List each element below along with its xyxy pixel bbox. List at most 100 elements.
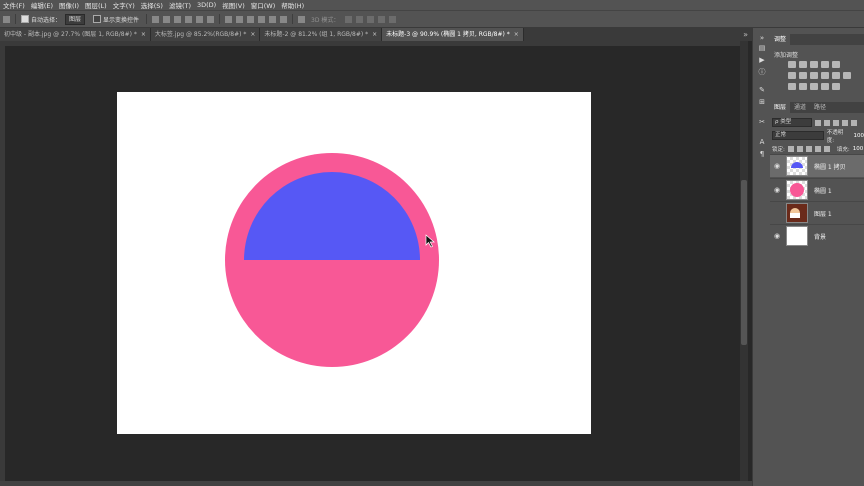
filter-smart-icon[interactable] [851, 119, 857, 126]
visibility-eye-icon[interactable]: ◉ [770, 162, 784, 170]
posterize-icon[interactable] [799, 83, 807, 90]
lock-all-icon[interactable] [823, 145, 830, 152]
close-tab-icon[interactable]: × [514, 31, 519, 38]
layer-row[interactable]: ◉ 椭圆 1 [770, 178, 864, 201]
menu-item[interactable]: 图像(I) [56, 0, 82, 10]
color-balance-icon[interactable] [799, 72, 807, 79]
distribute-vcenter-icon[interactable] [236, 15, 244, 23]
menu-item[interactable]: 文字(Y) [110, 0, 138, 10]
distribute-bottom-icon[interactable] [247, 15, 255, 23]
menu-item[interactable]: 选择(S) [138, 0, 166, 10]
menu-item[interactable]: 3D(D) [194, 1, 219, 9]
visibility-eye-icon[interactable]: ◉ [770, 186, 784, 194]
align-hcenter-icon[interactable] [196, 15, 204, 23]
move-tool-icon[interactable] [3, 15, 10, 23]
canvas-artwork [225, 153, 439, 367]
collapse-icon[interactable]: » [757, 34, 767, 42]
show-transform-checkbox[interactable] [93, 15, 102, 23]
lock-transparent-icon[interactable] [787, 145, 794, 152]
close-tab-icon[interactable]: × [372, 31, 377, 38]
filter-shape-icon[interactable] [842, 119, 848, 126]
levels-icon[interactable] [799, 61, 807, 68]
lock-image-icon[interactable] [796, 145, 803, 152]
align-bottom-icon[interactable] [174, 15, 182, 23]
curves-icon[interactable] [810, 61, 818, 68]
lock-position-icon[interactable] [805, 145, 812, 152]
filter-pixel-icon[interactable] [815, 119, 821, 126]
tab-channels[interactable]: 通道 [790, 102, 810, 113]
menu-item[interactable]: 图层(L) [82, 0, 110, 10]
blend-mode-dropdown[interactable]: 正常 [772, 131, 824, 140]
paragraph-icon[interactable]: ¶ [757, 150, 767, 158]
auto-align-icon[interactable] [298, 15, 306, 23]
info-icon[interactable]: ⓘ [757, 68, 767, 76]
filter-adjust-icon[interactable] [824, 119, 830, 126]
menu-item[interactable]: 文件(F) [0, 0, 28, 10]
auto-select-dropdown[interactable]: 图层 [65, 13, 86, 25]
menu-item[interactable]: 帮助(H) [278, 0, 307, 10]
align-left-icon[interactable] [185, 15, 193, 23]
layer-row[interactable]: ◉ 背景 [770, 224, 864, 247]
distribute-top-icon[interactable] [225, 15, 233, 23]
3d-rotate-icon[interactable] [345, 15, 353, 23]
tool-presets-icon[interactable]: ✂ [757, 118, 767, 126]
menu-item[interactable]: 窗口(W) [248, 0, 279, 10]
brightness-icon[interactable] [788, 61, 796, 68]
align-vcenter-icon[interactable] [163, 15, 171, 23]
tab-paths[interactable]: 路径 [810, 102, 830, 113]
document-canvas[interactable] [117, 92, 591, 434]
tab-layers[interactable]: 图层 [770, 102, 791, 113]
document-tab[interactable]: 未标题-2 @ 81.2% (组 1, RGB/8#) * × [260, 28, 383, 41]
tab-overflow-icon[interactable]: » [743, 28, 752, 41]
filter-kind-dropdown[interactable]: ρ 类型 [772, 118, 812, 127]
history-icon[interactable]: ▤ [757, 44, 767, 52]
options-bar: 自动选择： 图层 显示变换控件 3D 模式： [0, 10, 864, 28]
distribute-right-icon[interactable] [280, 15, 288, 23]
auto-select-checkbox[interactable] [21, 15, 29, 23]
opacity-input[interactable]: 100 [854, 133, 864, 139]
3d-roll-icon[interactable] [356, 15, 364, 23]
black-white-icon[interactable] [810, 72, 818, 79]
gradient-map-icon[interactable] [832, 83, 840, 90]
close-tab-icon[interactable]: × [250, 31, 255, 38]
character-icon[interactable]: A [757, 138, 767, 146]
document-tab[interactable]: 初中级 - 副本.jpg @ 27.7% (图层 1, RGB/8#) * × [0, 28, 151, 41]
vibrance-icon[interactable] [832, 61, 840, 68]
color-lookup-icon[interactable] [843, 72, 851, 79]
3d-drag-icon[interactable] [367, 15, 375, 23]
distribute-hcenter-icon[interactable] [269, 15, 277, 23]
document-tab[interactable]: 大标签.jpg @ 85.2%(RGB/8#) * × [150, 28, 261, 41]
lock-row: 锁定: 填充: 100 [772, 143, 864, 154]
menu-item[interactable]: 编辑(E) [28, 0, 56, 10]
fill-input[interactable]: 100 [853, 146, 864, 152]
lock-artboard-icon[interactable] [814, 145, 821, 152]
document-tab-bar: 初中级 - 副本.jpg @ 27.7% (图层 1, RGB/8#) * × 大标… [0, 28, 752, 41]
document-tab[interactable]: 未标题-3 @ 90.9% (椭圆 1 拷贝, RGB/8#) * × [382, 28, 524, 41]
layer-row[interactable]: 图层 1 [770, 201, 864, 224]
3d-slide-icon[interactable] [378, 15, 386, 23]
photo-filter-icon[interactable] [821, 72, 829, 79]
brush-settings-icon[interactable]: ⊞ [757, 98, 767, 106]
menu-item[interactable]: 视图(V) [219, 0, 248, 10]
3d-scale-icon[interactable] [389, 15, 397, 23]
align-top-icon[interactable] [152, 15, 160, 23]
selective-color-icon[interactable] [821, 83, 829, 90]
align-right-icon[interactable] [207, 15, 215, 23]
distribute-left-icon[interactable] [258, 15, 266, 23]
close-tab-icon[interactable]: × [141, 31, 146, 38]
layer-row[interactable]: ◉ 椭圆 1 拷贝 [770, 154, 864, 177]
channel-mixer-icon[interactable] [832, 72, 840, 79]
exposure-icon[interactable] [821, 61, 829, 68]
brush-icon[interactable]: ✎ [757, 86, 767, 94]
invert-icon[interactable] [788, 83, 796, 90]
hue-saturation-icon[interactable] [788, 72, 796, 79]
tab-adjustments[interactable]: 调整 [770, 34, 791, 45]
layer-thumbnail [786, 180, 808, 200]
menu-item[interactable]: 滤镜(T) [166, 0, 194, 10]
filter-type-icon[interactable] [833, 119, 839, 126]
play-icon[interactable]: ▶ [757, 56, 767, 64]
scrollbar-thumb[interactable] [741, 180, 747, 345]
threshold-icon[interactable] [810, 83, 818, 90]
ruler-vertical [0, 46, 5, 481]
visibility-eye-icon[interactable]: ◉ [770, 232, 784, 240]
